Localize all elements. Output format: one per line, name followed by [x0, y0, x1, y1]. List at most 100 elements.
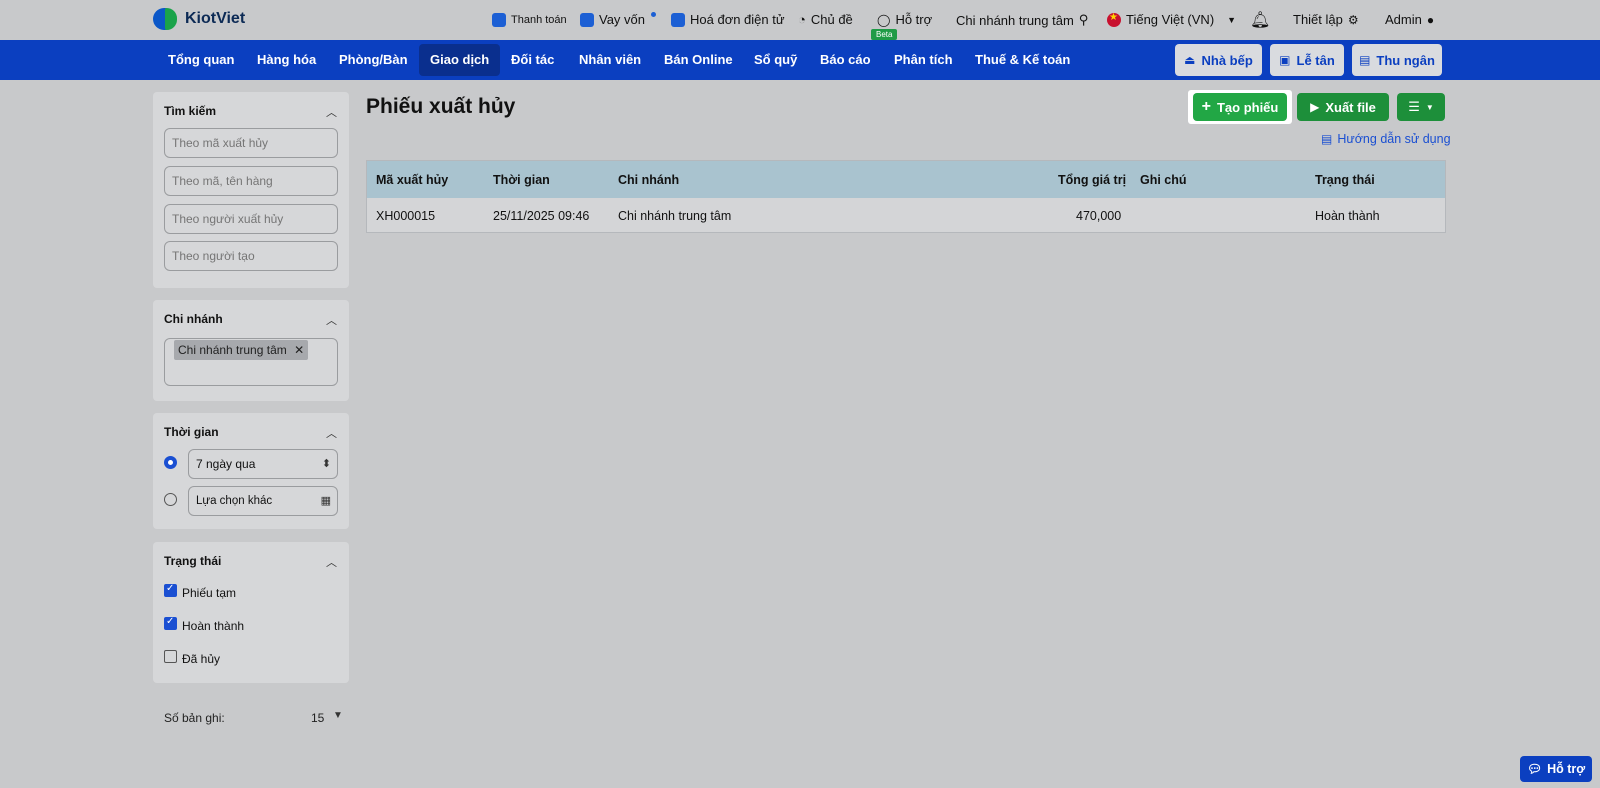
nav-rooms-tables[interactable]: Phòng/Bàn [339, 40, 408, 80]
status-cancelled-checkbox[interactable] [164, 650, 177, 663]
nav-tax-accounting[interactable]: Thuế & Kế toán [975, 40, 1070, 80]
caret-down-icon: ▼ [1425, 102, 1434, 112]
calendar-icon: ▦ [320, 495, 331, 507]
chevron-up-icon[interactable]: ︿ [326, 554, 337, 570]
nav-employees[interactable]: Nhân viên [579, 40, 641, 80]
status-panel: Trạng thái ︿ Phiếu tạm Hoàn thành Đã hủy [153, 542, 349, 683]
col-total-value[interactable]: Tổng giá trị [1058, 173, 1126, 187]
bell-icon[interactable]: 🔔︎ [1250, 10, 1270, 30]
kiotviet-logo[interactable]: KiotViet [153, 6, 245, 32]
nav-analytics[interactable]: Phân tích [894, 40, 953, 80]
search-item-input[interactable] [164, 166, 338, 196]
search-code-input[interactable] [164, 128, 338, 158]
status-completed-label: Hoàn thành [182, 619, 245, 633]
status-cancelled-label: Đã hủy [182, 652, 221, 666]
search-panel: Tìm kiếm ︿ [153, 92, 349, 288]
list-icon: ☰ [1408, 99, 1420, 114]
status-panel-title: Trạng thái [164, 554, 222, 568]
cell-code: XH000015 [376, 209, 436, 223]
nav-products[interactable]: Hàng hóa [257, 40, 316, 80]
brand-name: KiotViet [185, 10, 246, 27]
status-completed-checkbox[interactable] [164, 616, 177, 630]
time-preset-radio[interactable] [164, 456, 177, 469]
col-time[interactable]: Thời gian [493, 173, 550, 187]
create-voucher-button[interactable]: + Tạo phiếu [1193, 93, 1287, 121]
chat-bubble-icon: 💬︎ [1526, 762, 1543, 776]
loan-notification-dot [651, 12, 656, 17]
table-header: Mã xuất hủy Thời gian Chi nhánh Tổng giá… [367, 161, 1445, 198]
page-title: Phiếu xuất hủy [366, 95, 516, 118]
search-creator-input[interactable] [164, 241, 338, 271]
nav-cashbook[interactable]: Sổ quỹ [754, 40, 797, 80]
sort-arrows-icon: ⬍ [321, 458, 331, 470]
payment-link[interactable]: Thanh toán [492, 13, 567, 27]
col-branch[interactable]: Chi nhánh [618, 173, 679, 187]
vietnam-flag-icon [1107, 12, 1121, 27]
nav-transactions[interactable]: Giao dịch [419, 44, 501, 76]
records-label: Số bản ghi: [164, 711, 225, 725]
user-menu[interactable]: Admin ● [1385, 12, 1434, 27]
top-bar: KiotViet Thanh toán Vay vốn Hoá đơn điện… [0, 0, 1600, 40]
branch-panel-title: Chi nhánh [164, 312, 223, 326]
book-icon: ▤ [1321, 132, 1333, 146]
money-bag-icon [580, 12, 594, 27]
caret-down-icon: ▼ [1227, 14, 1237, 25]
cell-branch: Chi nhánh trung tâm [618, 209, 732, 223]
chevron-up-icon[interactable]: ︿ [326, 104, 337, 120]
col-status[interactable]: Trạng thái [1315, 173, 1375, 187]
status-draft-label: Phiếu tạm [182, 586, 237, 600]
export-file-button[interactable]: ▶ Xuất file [1297, 93, 1389, 121]
reception-button[interactable]: ▣ Lễ tân [1270, 44, 1344, 76]
time-panel: Thời gian ︿ 7 ngày qua ⬍ Lựa chọn khác ▦ [153, 413, 349, 529]
status-draft-checkbox[interactable] [164, 583, 177, 597]
time-custom-radio[interactable] [164, 493, 177, 506]
column-toggle-button[interactable]: ☰ ▼ [1397, 93, 1445, 121]
user-guide-link[interactable]: ▤ Hướng dẫn sử dụng [1321, 132, 1451, 146]
cell-total-value: 470,000 [1076, 209, 1122, 223]
disposal-table: Mã xuất hủy Thời gian Chi nhánh Tổng giá… [366, 160, 1446, 233]
floating-support-button[interactable]: 💬︎ Hỗ trợ [1520, 756, 1592, 782]
support-link[interactable]: ◯ Hỗ trợ [877, 12, 932, 27]
calendar-check-icon: ▣ [1279, 53, 1291, 67]
beta-badge: Beta [871, 29, 898, 40]
nav-online-sales[interactable]: Bán Online [664, 40, 733, 80]
cashier-button[interactable]: ▤ Thu ngân [1352, 44, 1442, 76]
chat-bubble-icon: ◯ [877, 12, 891, 27]
location-pin-icon: ⚲ [1078, 12, 1089, 27]
time-panel-title: Thời gian [164, 425, 219, 439]
nav-reports[interactable]: Báo cáo [820, 40, 871, 80]
col-code[interactable]: Mã xuất hủy [376, 173, 448, 187]
caret-down-icon[interactable]: ▼ [333, 710, 343, 721]
cell-time: 25/11/2025 09:46 [493, 209, 590, 223]
cell-status: Hoàn thành [1315, 209, 1380, 223]
kiotviet-logo-icon [153, 6, 179, 32]
payment-icon [492, 13, 506, 27]
nav-partners[interactable]: Đối tác [511, 40, 554, 80]
palette-icon: ◔ [798, 12, 806, 27]
time-preset-select[interactable]: 7 ngày qua ⬍ [188, 449, 338, 479]
records-value[interactable]: 15 [311, 711, 324, 725]
user-circle-icon: ● [1426, 12, 1435, 27]
branch-panel: Chi nhánh ︿ Chi nhánh trung tâm ✕ [153, 300, 349, 401]
branch-selector[interactable]: Chi nhánh trung tâm ⚲ [956, 12, 1088, 28]
gear-icon: ⚙ [1347, 12, 1359, 27]
branch-tag: Chi nhánh trung tâm ✕ [174, 340, 309, 360]
chevron-up-icon[interactable]: ︿ [326, 312, 337, 328]
einvoice-link[interactable]: Hoá đơn điện tử [671, 12, 785, 27]
chevron-up-icon[interactable]: ︿ [326, 425, 337, 441]
time-custom-picker[interactable]: Lựa chọn khác ▦ [188, 486, 338, 516]
loan-link[interactable]: Vay vốn [580, 12, 645, 27]
main-navbar: Tổng quan Hàng hóa Phòng/Bàn Giao dịch Đ… [0, 40, 1600, 80]
close-icon[interactable]: ✕ [294, 343, 304, 357]
kitchen-button[interactable]: ⏏ Nhà bếp [1175, 44, 1262, 76]
table-row[interactable]: XH000015 25/11/2025 09:46 Chi nhánh trun… [367, 198, 1445, 232]
plus-icon: + [1201, 98, 1211, 115]
invoice-icon [671, 12, 685, 27]
search-panel-title: Tìm kiếm [164, 104, 217, 118]
theme-link[interactable]: ◔ Chủ đề [798, 12, 853, 27]
nav-overview[interactable]: Tổng quan [168, 40, 234, 80]
search-disposer-input[interactable] [164, 204, 338, 234]
language-selector[interactable]: Tiếng Việt (VN) ▼ [1107, 12, 1236, 27]
col-note[interactable]: Ghi chú [1140, 173, 1187, 187]
settings-link[interactable]: Thiết lập ⚙ [1293, 12, 1359, 27]
